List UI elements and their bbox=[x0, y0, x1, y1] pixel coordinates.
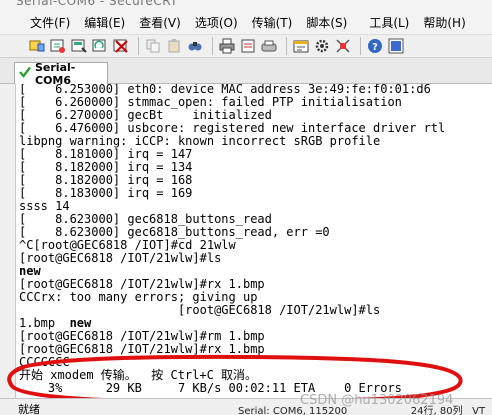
disconnect-icon[interactable] bbox=[112, 37, 130, 55]
toolbar: ? bbox=[0, 34, 492, 58]
reconnect-icon[interactable] bbox=[91, 37, 109, 55]
menu-transfer[interactable]: 传输(T) bbox=[252, 14, 293, 31]
tab-strip: Serial-COM6 bbox=[0, 58, 492, 87]
tab-serial-com6[interactable]: Serial-COM6 bbox=[14, 60, 108, 87]
terminal-output[interactable]: [ 6.253000] eth0: device MAC address 3e:… bbox=[16, 84, 492, 398]
find-icon[interactable] bbox=[186, 37, 204, 55]
copy-icon[interactable] bbox=[144, 37, 162, 55]
file-name: 1.bmp bbox=[19, 316, 70, 330]
svg-text:?: ? bbox=[372, 42, 378, 53]
toolbar-separator bbox=[286, 37, 287, 55]
menu-options[interactable]: 选项(O) bbox=[195, 14, 238, 31]
print-icon[interactable] bbox=[218, 37, 236, 55]
terminal-line: [root@GEC6818 /IOT/21wlw]#ls bbox=[19, 251, 222, 265]
keymap-icon[interactable] bbox=[334, 37, 352, 55]
watermark: CSDN @hu1302062194 bbox=[300, 393, 454, 408]
print-setup-icon[interactable] bbox=[239, 37, 257, 55]
status-terminal-type: VT bbox=[472, 406, 486, 415]
left-gutter bbox=[0, 84, 16, 398]
paste-icon[interactable] bbox=[165, 37, 183, 55]
menu-file[interactable]: 文件(F) bbox=[30, 14, 70, 31]
menu-tools[interactable]: 工具(L) bbox=[369, 14, 409, 31]
menubar: 文件(F) 编辑(E) 查看(V) 选项(O) 传输(T) 脚本(S) 工具(L… bbox=[0, 10, 492, 34]
print-screen-icon[interactable] bbox=[260, 37, 278, 55]
help-icon[interactable]: ? bbox=[366, 37, 384, 55]
info-icon[interactable] bbox=[387, 37, 405, 55]
global-options-icon[interactable] bbox=[313, 37, 331, 55]
menu-help[interactable]: 帮助(H) bbox=[423, 14, 465, 31]
connect-in-tab-icon[interactable] bbox=[70, 37, 88, 55]
status-ready: 就绪 bbox=[18, 403, 40, 415]
toolbar-separator bbox=[360, 37, 361, 55]
tab-label: Serial-COM6 bbox=[35, 60, 76, 87]
menu-script[interactable]: 脚本(S) bbox=[306, 14, 347, 31]
connect-icon[interactable] bbox=[28, 37, 46, 55]
window-title: Serial-COM6 - SecureCRT bbox=[16, 0, 178, 8]
menu-edit[interactable]: 编辑(E) bbox=[84, 14, 125, 31]
toolbar-separator bbox=[138, 37, 139, 55]
window-titlebar: Serial-COM6 - SecureCRT bbox=[0, 0, 492, 10]
dir-name: new bbox=[69, 316, 92, 330]
session-options-icon[interactable] bbox=[292, 37, 310, 55]
toolbar-separator bbox=[212, 37, 213, 55]
quick-connect-icon[interactable] bbox=[49, 37, 67, 55]
checkmark-icon bbox=[19, 66, 31, 81]
menu-view[interactable]: 查看(V) bbox=[139, 14, 181, 31]
